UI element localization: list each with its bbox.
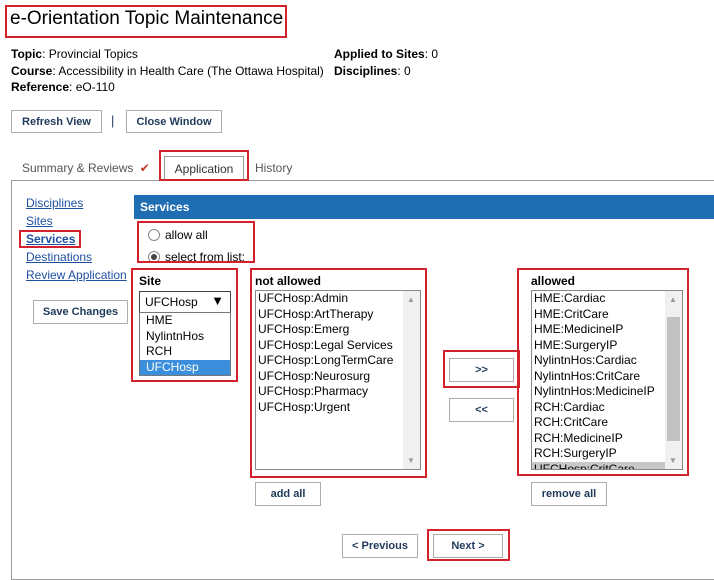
allowed-scrollbar[interactable]: ▲ ▼ xyxy=(665,291,682,469)
list-item[interactable]: UFCHosp:Admin xyxy=(256,291,420,307)
course-line: Course: Accessibility in Health Care (Th… xyxy=(11,64,324,78)
list-item[interactable]: HME:SurgeryIP xyxy=(532,338,682,354)
add-all-button[interactable]: add all xyxy=(255,482,321,506)
disciplines-count-label: Disciplines xyxy=(334,64,398,78)
dropdown-arrow-icon: ▼ xyxy=(211,293,224,308)
not-allowed-scrollbar[interactable]: ▲ ▼ xyxy=(403,291,420,469)
select-from-list-option[interactable]: select from list: xyxy=(148,250,245,264)
list-item[interactable]: UFCHosp:LongTermCare xyxy=(256,353,420,369)
sidebar-item-review-application[interactable]: Review Application xyxy=(26,268,127,282)
list-item[interactable]: UFCHosp:Emerg xyxy=(256,322,420,338)
page-title: e-Orientation Topic Maintenance xyxy=(10,8,284,29)
allow-all-radio[interactable] xyxy=(148,229,160,241)
move-right-button[interactable]: >> xyxy=(449,358,514,382)
site-select-value: UFCHosp xyxy=(145,295,198,309)
list-item[interactable]: HME:Cardiac xyxy=(532,291,682,307)
site-dropdown-list[interactable]: HME NylintnHos RCH UFCHosp xyxy=(139,312,231,376)
site-option[interactable]: NylintnHos xyxy=(140,329,230,345)
topic-label: Topic xyxy=(11,47,43,61)
allow-all-option[interactable]: allow all xyxy=(148,228,208,242)
course-value: : Accessibility in Health Care (The Otta… xyxy=(52,64,324,78)
list-item[interactable]: NylintnHos:Cardiac xyxy=(532,353,682,369)
tab-summary-label: Summary & Reviews xyxy=(22,161,134,175)
sidebar-item-disciplines[interactable]: Disciplines xyxy=(26,196,83,210)
site-option[interactable]: RCH xyxy=(140,344,230,360)
scroll-down-icon[interactable]: ▼ xyxy=(669,456,677,465)
site-option[interactable]: UFCHosp xyxy=(140,359,230,375)
site-option[interactable]: HME xyxy=(140,313,230,329)
refresh-view-button[interactable]: Refresh View xyxy=(11,110,102,133)
disciplines-count-value: : 0 xyxy=(397,64,411,78)
select-from-list-label: select from list: xyxy=(165,250,246,264)
list-item[interactable]: RCH:CritCare xyxy=(532,415,682,431)
next-button[interactable]: Next > xyxy=(433,534,503,558)
course-label: Course xyxy=(11,64,53,78)
site-label: Site xyxy=(139,274,162,288)
tab-connector xyxy=(165,179,243,182)
list-item[interactable]: NylintnHos:MedicineIP xyxy=(532,384,682,400)
allowed-list[interactable]: HME:Cardiac HME:CritCare HME:MedicineIP … xyxy=(531,290,683,470)
list-item[interactable]: UFCHosp:Urgent xyxy=(256,400,420,416)
reference-label: Reference xyxy=(11,80,70,94)
not-allowed-label: not allowed xyxy=(255,274,321,288)
move-left-button[interactable]: << xyxy=(449,398,514,422)
close-window-button[interactable]: Close Window xyxy=(126,110,222,133)
list-item[interactable]: NylintnHos:CritCare xyxy=(532,369,682,385)
reference-line: Reference: eO-110 xyxy=(11,80,115,94)
list-item[interactable]: UFCHosp:Legal Services xyxy=(256,338,420,354)
reference-value: : eO-110 xyxy=(69,80,115,94)
applied-label: Applied to Sites xyxy=(334,47,425,61)
not-allowed-list[interactable]: UFCHosp:Admin UFCHosp:ArtTherapy UFCHosp… xyxy=(255,290,421,470)
scroll-up-icon[interactable]: ▲ xyxy=(407,295,415,304)
previous-button[interactable]: < Previous xyxy=(342,534,418,558)
list-item[interactable]: UFCHosp:Neurosurg xyxy=(256,369,420,385)
list-item[interactable]: RCH:Cardiac xyxy=(532,400,682,416)
list-item[interactable]: UFCHosp:Pharmacy xyxy=(256,384,420,400)
disciplines-line: Disciplines: 0 xyxy=(334,64,411,78)
scroll-down-icon[interactable]: ▼ xyxy=(407,456,415,465)
check-icon: ✔ xyxy=(139,161,150,175)
save-changes-button[interactable]: Save Changes xyxy=(33,300,128,324)
topic-value: : Provincial Topics xyxy=(42,47,138,61)
list-item[interactable]: RCH:SurgeryIP xyxy=(532,446,682,462)
scroll-up-icon[interactable]: ▲ xyxy=(669,295,677,304)
topic-line: Topic: Provincial Topics xyxy=(11,47,138,61)
allowed-label: allowed xyxy=(531,274,576,288)
allow-all-label: allow all xyxy=(165,228,208,242)
sidebar-item-services[interactable]: Services xyxy=(26,232,75,246)
sidebar-item-destinations[interactable]: Destinations xyxy=(26,250,92,264)
applied-line: Applied to Sites: 0 xyxy=(334,47,438,61)
tab-summary-reviews[interactable]: Summary & Reviews ✔ xyxy=(22,161,150,175)
tab-application[interactable]: Application xyxy=(164,156,244,181)
list-item[interactable]: UFCHosp:ArtTherapy xyxy=(256,307,420,323)
applied-value: : 0 xyxy=(424,47,439,61)
services-header: Services xyxy=(134,195,714,219)
sidebar-item-sites[interactable]: Sites xyxy=(26,214,53,228)
list-item[interactable]: HME:MedicineIP xyxy=(532,322,682,338)
site-select[interactable]: UFCHosp ▼ xyxy=(139,291,231,313)
list-item[interactable]: HME:CritCare xyxy=(532,307,682,323)
tab-history[interactable]: History xyxy=(255,161,292,175)
list-item[interactable]: RCH:MedicineIP xyxy=(532,431,682,447)
select-from-list-radio[interactable] xyxy=(148,251,160,263)
remove-all-button[interactable]: remove all xyxy=(531,482,607,506)
scroll-thumb[interactable] xyxy=(667,317,680,441)
list-item[interactable]: UFCHosp:CritCare xyxy=(532,461,682,469)
toolbar-separator: | xyxy=(111,113,115,128)
